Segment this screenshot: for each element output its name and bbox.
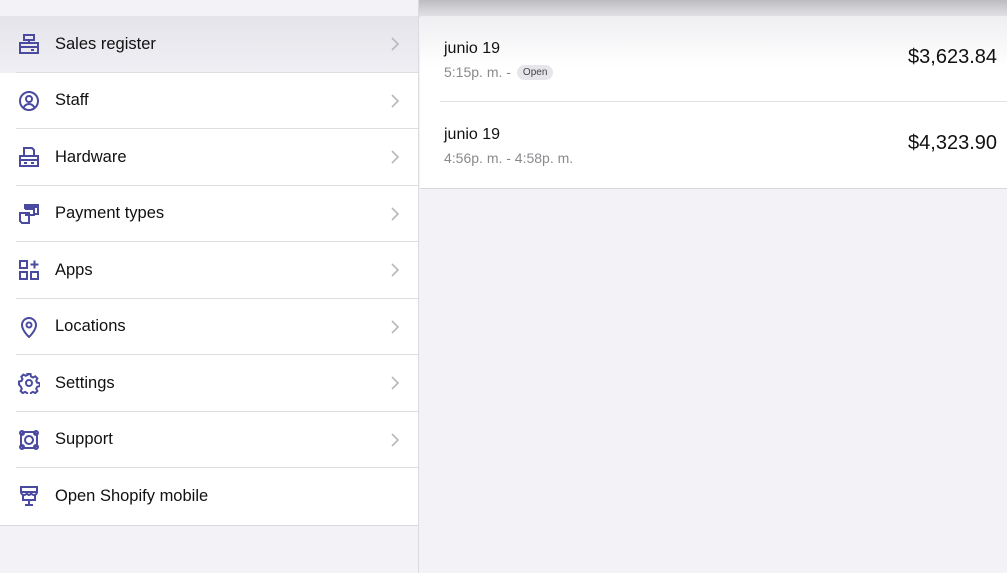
sidebar-list: Sales register Staff Hardware Payment ty… [0, 16, 418, 526]
sidebar-item-apps[interactable]: Apps [0, 242, 418, 299]
chevron-right-icon [391, 263, 400, 277]
shift-date: junio 19 [444, 126, 501, 143]
sidebar-item-label: Hardware [55, 147, 127, 166]
shift-time: 4:56p. m. - 4:58p. m. [444, 150, 573, 166]
sidebar-item-label: Staff [55, 91, 89, 110]
sidebar-item-label: Locations [55, 317, 126, 336]
shift-amount: $4,323.90 [908, 132, 997, 154]
sidebar: Sales register Staff Hardware Payment ty… [0, 0, 419, 573]
chevron-right-icon [391, 94, 400, 108]
location-pin-icon [18, 316, 40, 338]
status-badge: Open [516, 64, 554, 80]
sidebar-item-label: Open Shopify mobile [55, 486, 209, 505]
sidebar-item-sales-register[interactable]: Sales register [0, 16, 418, 73]
shift-time-range: 5:15p. m. - [444, 64, 511, 80]
shift-time-range: 4:56p. m. - 4:58p. m. [444, 150, 574, 166]
sidebar-item-open-shopify-mobile[interactable]: Open Shopify mobile [0, 468, 418, 525]
sidebar-item-label: Settings [55, 373, 115, 392]
shift-date: junio 19 [444, 40, 501, 57]
chevron-right-icon [391, 207, 400, 221]
chevron-right-icon [391, 433, 400, 447]
register-icon [18, 33, 40, 55]
store-icon [18, 485, 40, 507]
sidebar-item-settings[interactable]: Settings [0, 355, 418, 412]
sidebar-item-label: Apps [55, 260, 93, 279]
lifebuoy-icon [18, 429, 40, 451]
gear-icon [18, 372, 40, 395]
shift-row[interactable]: junio 19 4:56p. m. - 4:58p. m. $4,323.90 [420, 102, 1007, 188]
shift-list: junio 19 5:15p. m. - Open $3,623.84 juni… [420, 16, 1007, 189]
user-circle-icon [18, 90, 40, 112]
sidebar-item-staff[interactable]: Staff [0, 73, 418, 129]
printer-icon [18, 146, 40, 168]
chevron-right-icon [391, 376, 400, 390]
chevron-right-icon [391, 320, 400, 334]
chevron-right-icon [391, 150, 400, 164]
chevron-right-icon [391, 37, 400, 51]
shift-row[interactable]: junio 19 5:15p. m. - Open $3,623.84 [420, 16, 1007, 102]
sidebar-item-hardware[interactable]: Hardware [0, 129, 418, 186]
shift-amount: $3,623.84 [908, 46, 997, 68]
apps-icon [18, 259, 40, 281]
cards-icon [18, 203, 40, 225]
sidebar-item-label: Sales register [55, 34, 156, 53]
sidebar-item-locations[interactable]: Locations [0, 299, 418, 355]
sidebar-item-label: Payment types [55, 204, 165, 223]
sidebar-item-label: Support [55, 430, 113, 449]
shift-list-panel: junio 19 5:15p. m. - Open $3,623.84 juni… [420, 16, 1007, 189]
sidebar-item-payment-types[interactable]: Payment types [0, 186, 418, 242]
sidebar-item-support[interactable]: Support [0, 412, 418, 468]
shift-time: 5:15p. m. - Open [444, 64, 554, 80]
